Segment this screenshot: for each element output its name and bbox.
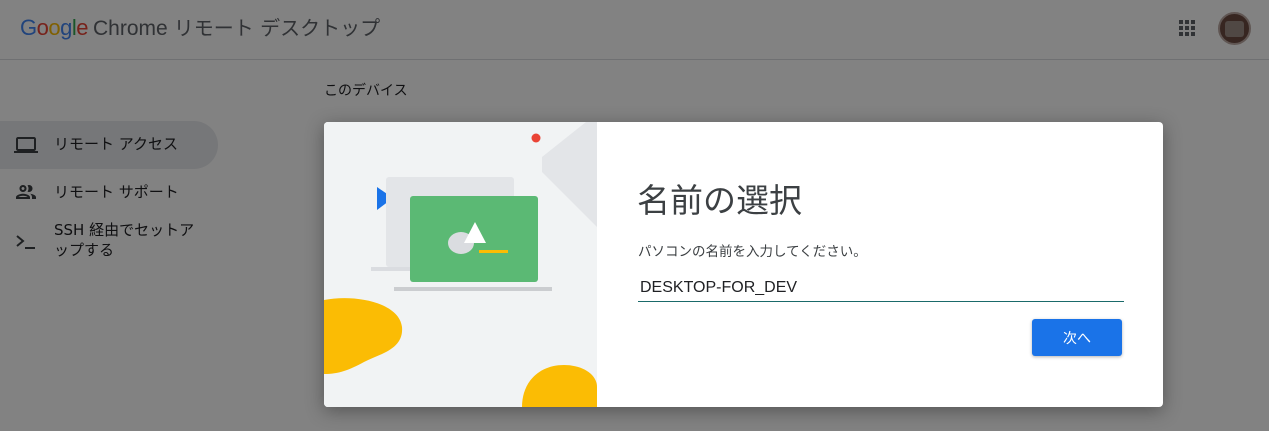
next-button[interactable]: 次へ [1032, 319, 1122, 356]
name-selection-dialog: 名前の選択 パソコンの名前を入力してください。 次へ [324, 122, 1163, 407]
dialog-description: パソコンの名前を入力してください。 [638, 244, 867, 260]
illustration [324, 122, 597, 407]
dialog-title: 名前の選択 [637, 181, 802, 220]
computer-name-input[interactable] [638, 274, 1124, 302]
